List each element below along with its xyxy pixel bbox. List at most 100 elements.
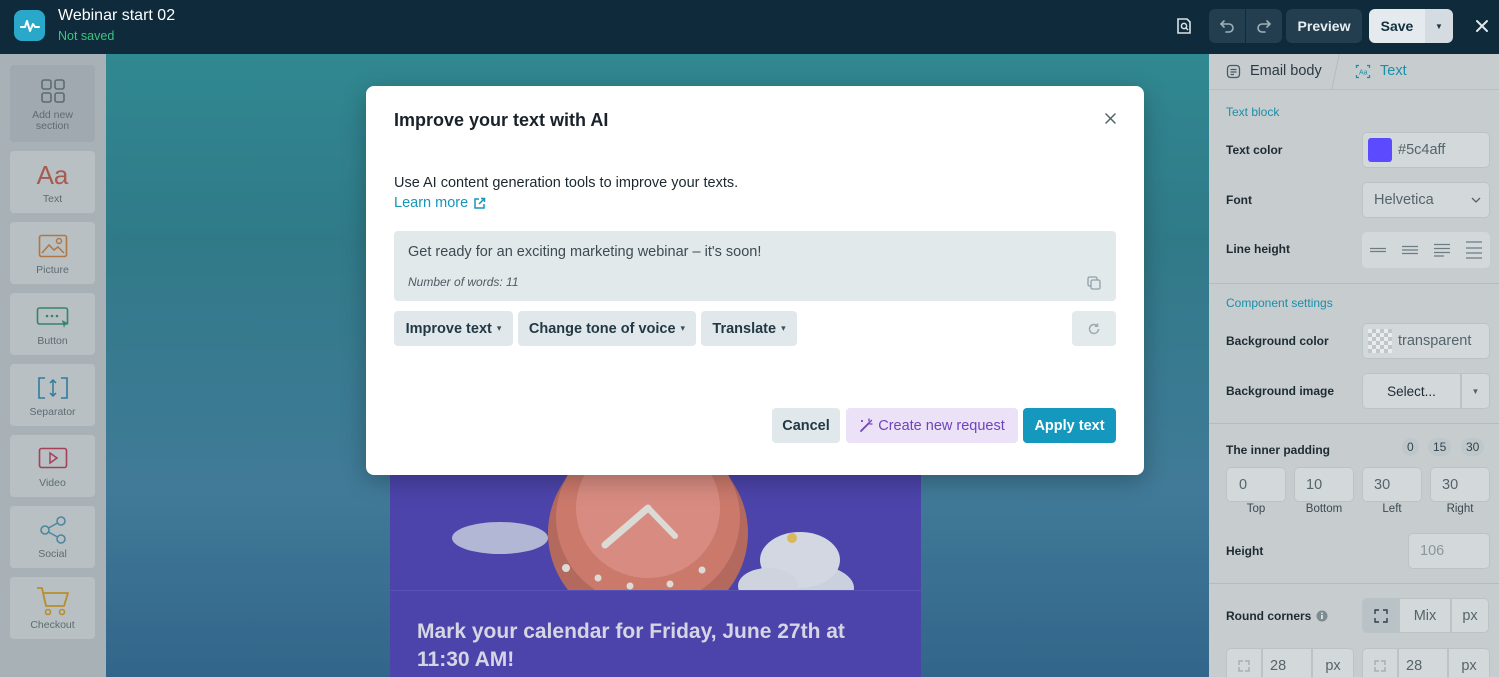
undo-button[interactable] <box>1209 9 1245 43</box>
redo-button[interactable] <box>1246 9 1282 43</box>
apply-text-button[interactable]: Apply text <box>1023 408 1116 443</box>
padding-top-input[interactable]: 0 <box>1226 467 1286 502</box>
line-height-3-icon <box>1434 243 1450 257</box>
background-color-picker[interactable]: transparent <box>1362 323 1490 359</box>
caret-down-icon: ▼ <box>1471 386 1480 396</box>
round-corners-label: Round corners <box>1226 609 1328 623</box>
breadcrumb-label: Text <box>1380 63 1407 79</box>
font-value: Helvetica <box>1374 192 1434 208</box>
padding-side-label: Right <box>1446 503 1474 515</box>
caret-down-icon: ▾ <box>496 323 502 333</box>
refresh-icon <box>1088 323 1100 334</box>
close-icon <box>1104 112 1116 124</box>
chevron-down-icon: ▼ <box>1435 21 1443 31</box>
save-status: Not saved <box>58 29 115 43</box>
line-height-1-icon <box>1370 247 1386 253</box>
chip-label: Change tone of voice <box>528 320 676 337</box>
line-height-label: Line height <box>1226 242 1290 256</box>
corner-top-right-icon-box <box>1362 648 1398 677</box>
caret-down-icon: ▾ <box>680 323 686 333</box>
source-text: Get ready for an exciting marketing webi… <box>408 244 762 260</box>
info-icon[interactable] <box>1316 610 1328 622</box>
round-corners-text: Round corners <box>1226 609 1312 623</box>
font-label: Font <box>1226 193 1252 207</box>
background-color-label: Background color <box>1226 334 1329 348</box>
breadcrumb-text[interactable]: Aa Text <box>1355 63 1407 79</box>
improve-text-dropdown[interactable]: Improve text ▾ <box>394 311 513 346</box>
padding-preset[interactable]: 15 <box>1428 438 1452 456</box>
padding-preset[interactable]: 0 <box>1402 438 1419 456</box>
word-count: Number of words: 11 <box>408 275 519 289</box>
uniform-corners-toggle[interactable] <box>1362 598 1399 633</box>
corner-top-left-icon-box <box>1226 648 1262 677</box>
height-label: Height <box>1226 544 1264 558</box>
text-color-value: #5c4aff <box>1398 142 1446 158</box>
source-text-box: Get ready for an exciting marketing webi… <box>394 231 1116 301</box>
corner-top-right-icon <box>1374 659 1386 672</box>
help-book-icon[interactable] <box>1173 15 1195 37</box>
text-block-section-title: Text block <box>1226 105 1280 119</box>
text-block-icon: Aa <box>1355 64 1371 78</box>
padding-side-label: Bottom <box>1305 503 1343 515</box>
font-select[interactable]: Helvetica <box>1362 182 1490 218</box>
background-image-select[interactable]: Select... <box>1362 373 1461 409</box>
background-image-dropdown[interactable]: ▼ <box>1461 373 1490 409</box>
close-editor-button[interactable] <box>1469 9 1495 43</box>
email-body-icon <box>1226 64 1241 78</box>
corner-unit-label[interactable]: px <box>1312 648 1354 677</box>
height-input[interactable]: 106 <box>1408 533 1490 569</box>
line-height-option[interactable] <box>1458 232 1490 268</box>
create-new-request-button[interactable]: Create new request <box>846 408 1018 443</box>
app-logo-icon[interactable] <box>14 10 45 41</box>
learn-more-link[interactable]: Learn more <box>394 195 486 211</box>
create-label: Create new request <box>878 417 1005 434</box>
corner-value-input[interactable]: 28 <box>1262 648 1312 677</box>
chip-label: Improve text <box>405 320 492 337</box>
component-settings-title: Component settings <box>1226 296 1333 310</box>
ai-improve-dialog: Improve your text with AI Use AI content… <box>366 86 1144 475</box>
padding-side-label: Top <box>1246 503 1266 515</box>
padding-left-input[interactable]: 30 <box>1362 467 1422 502</box>
translate-dropdown[interactable]: Translate ▾ <box>701 311 797 346</box>
padding-bottom-input[interactable]: 10 <box>1294 467 1354 502</box>
corners-icon <box>1373 608 1388 623</box>
round-corners-mode: Mix px <box>1362 598 1499 633</box>
breadcrumb: Email body Aa Text <box>1209 54 1499 90</box>
mix-corners-toggle[interactable]: Mix <box>1399 598 1451 633</box>
save-button[interactable]: Save <box>1369 9 1425 43</box>
caret-down-icon: ▾ <box>781 323 786 333</box>
save-dropdown-button[interactable]: ▼ <box>1425 9 1453 43</box>
external-link-icon <box>474 197 486 209</box>
top-bar: Webinar start 02 Not saved Preview Save … <box>0 0 1499 54</box>
line-height-option[interactable] <box>1362 232 1394 268</box>
learn-more-label: Learn more <box>394 195 469 211</box>
dialog-close-button[interactable] <box>1101 109 1119 127</box>
section-divider <box>1209 423 1499 424</box>
text-color-picker[interactable]: #5c4aff <box>1362 132 1490 168</box>
background-image-label: Background image <box>1226 384 1335 398</box>
line-height-option[interactable] <box>1394 232 1426 268</box>
line-height-option[interactable] <box>1426 232 1458 268</box>
cancel-button[interactable]: Cancel <box>772 408 840 443</box>
change-tone-dropdown[interactable]: Change tone of voice ▾ <box>518 311 696 346</box>
line-height-2-icon <box>1402 245 1418 255</box>
padding-preset[interactable]: 30 <box>1461 438 1485 456</box>
document-title[interactable]: Webinar start 02 <box>58 7 175 25</box>
preview-button[interactable]: Preview <box>1286 9 1362 43</box>
breadcrumb-email-body[interactable]: Email body <box>1226 63 1322 79</box>
svg-text:Aa: Aa <box>1359 69 1368 76</box>
text-color-label: Text color <box>1226 143 1283 157</box>
breadcrumb-separator <box>1331 54 1340 90</box>
section-divider <box>1209 583 1499 584</box>
settings-panel: Email body Aa Text Text block Text color… <box>1209 54 1499 677</box>
regenerate-button[interactable] <box>1072 311 1116 346</box>
corner-value-input[interactable]: 28 <box>1398 648 1448 677</box>
inner-padding-label: The inner padding <box>1226 443 1330 457</box>
padding-right-input[interactable]: 30 <box>1430 467 1490 502</box>
dialog-title: Improve your text with AI <box>394 110 609 130</box>
corner-unit[interactable]: px <box>1451 598 1489 633</box>
corner-unit-label[interactable]: px <box>1448 648 1490 677</box>
copy-icon[interactable] <box>1086 275 1102 291</box>
color-swatch <box>1368 138 1392 162</box>
line-height-options <box>1362 232 1490 268</box>
